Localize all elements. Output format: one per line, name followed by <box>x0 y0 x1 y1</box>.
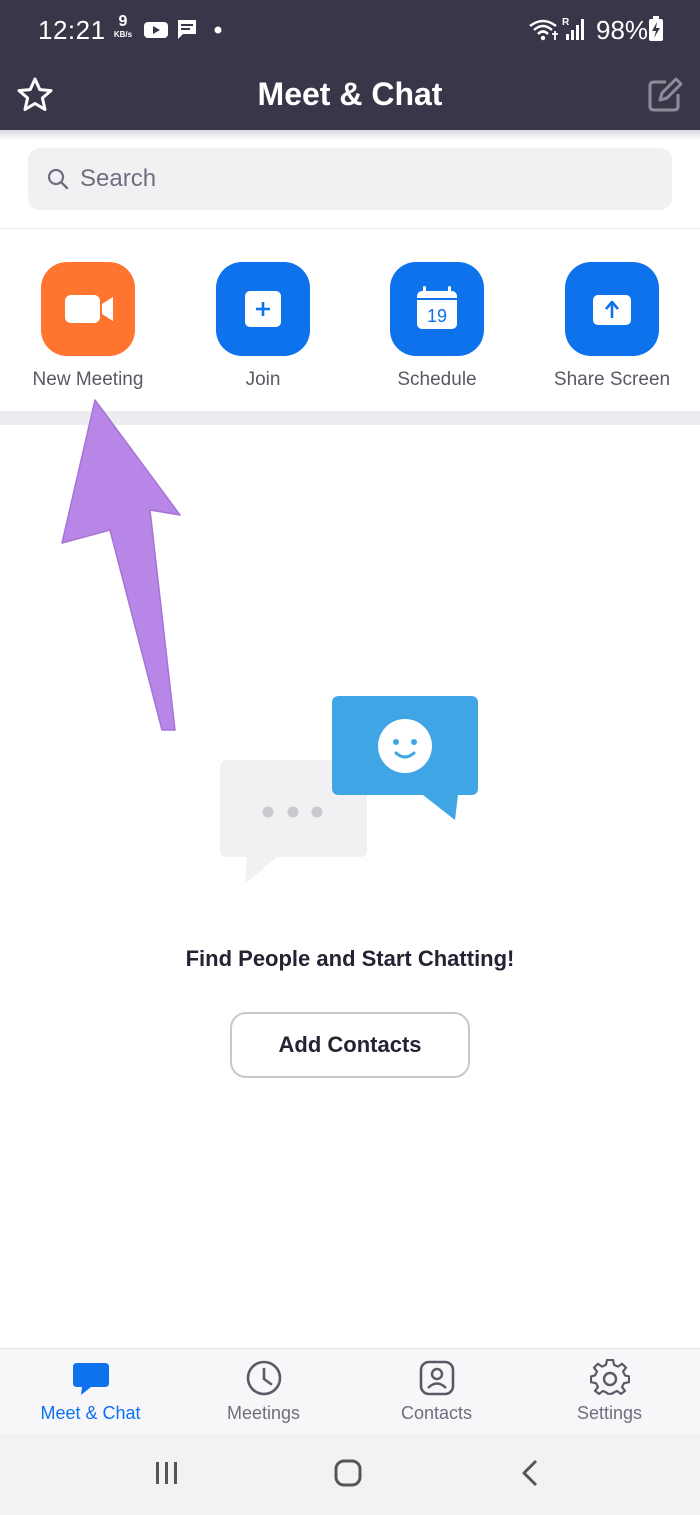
join-label: Join <box>245 369 281 390</box>
divider <box>0 228 700 229</box>
share-screen-icon <box>593 295 631 325</box>
gear-icon <box>589 1359 630 1395</box>
video-camera-icon <box>65 295 113 323</box>
share-screen-label: Share Screen <box>553 369 671 390</box>
new-meeting-tile[interactable] <box>41 262 135 356</box>
chat-bubbles-illustration-icon <box>220 696 478 884</box>
new-meeting-button[interactable]: New Meeting <box>8 262 168 391</box>
network-speed-unit: KB/s <box>113 30 133 39</box>
youtube-icon <box>144 22 168 38</box>
join-tile[interactable] <box>216 262 310 356</box>
search-icon <box>47 168 69 190</box>
calendar-day: 19 <box>427 306 447 326</box>
contact-icon <box>419 1360 454 1396</box>
tab-meet-chat[interactable]: Meet & Chat <box>3 1349 178 1435</box>
recent-apps-icon[interactable] <box>150 1456 184 1490</box>
tab-label: Settings <box>576 1403 643 1423</box>
status-time: 12:21 <box>38 15 106 45</box>
empty-state-title: Find People and Start Chatting! <box>185 946 515 971</box>
chat-bubble-icon <box>72 1363 109 1395</box>
signal-icon: R <box>562 17 584 40</box>
schedule-button[interactable]: 19 Schedule <box>357 262 517 391</box>
calendar-icon: 19 <box>417 286 457 329</box>
schedule-label: Schedule <box>397 369 477 390</box>
compose-icon[interactable] <box>646 76 684 114</box>
search-bar[interactable] <box>28 148 672 210</box>
system-navigation-bar <box>0 1434 700 1515</box>
tab-label: Meet & Chat <box>40 1403 141 1423</box>
status-bar: 12:21 9 KB/s R 98% <box>0 0 700 62</box>
tab-label: Meetings <box>226 1403 301 1423</box>
tab-meetings[interactable]: Meetings <box>176 1349 351 1435</box>
svg-text:R: R <box>562 17 570 28</box>
message-icon <box>178 20 196 39</box>
home-icon[interactable] <box>331 1456 365 1490</box>
schedule-tile[interactable]: 19 <box>390 262 484 356</box>
search-input[interactable] <box>80 158 650 200</box>
network-speed-value: 9 <box>118 13 128 30</box>
battery-percentage: 98% <box>596 15 649 45</box>
share-screen-button[interactable]: Share Screen <box>532 262 692 391</box>
plus-icon <box>245 291 281 327</box>
clock-icon <box>246 1360 281 1396</box>
tab-contacts[interactable]: Contacts <box>349 1349 524 1435</box>
new-meeting-label: New Meeting <box>32 369 144 390</box>
header-shadow <box>0 130 700 140</box>
battery-charging-icon <box>649 16 663 41</box>
annotation-arrow-icon <box>61 399 181 731</box>
page-title: Meet & Chat <box>257 76 443 112</box>
app-header: Meet & Chat <box>0 62 700 130</box>
dot-icon <box>214 26 222 34</box>
bottom-tab-bar: Meet & Chat Meetings Contacts Settings <box>0 1348 700 1434</box>
network-speed: 9 KB/s <box>108 14 138 39</box>
tab-label: Contacts <box>400 1403 473 1423</box>
add-contacts-button[interactable]: Add Contacts <box>230 1012 470 1078</box>
wifi-icon <box>529 19 558 41</box>
join-button[interactable]: Join <box>183 262 343 391</box>
tab-settings[interactable]: Settings <box>522 1349 697 1435</box>
back-icon[interactable] <box>514 1456 548 1490</box>
share-screen-tile[interactable] <box>565 262 659 356</box>
